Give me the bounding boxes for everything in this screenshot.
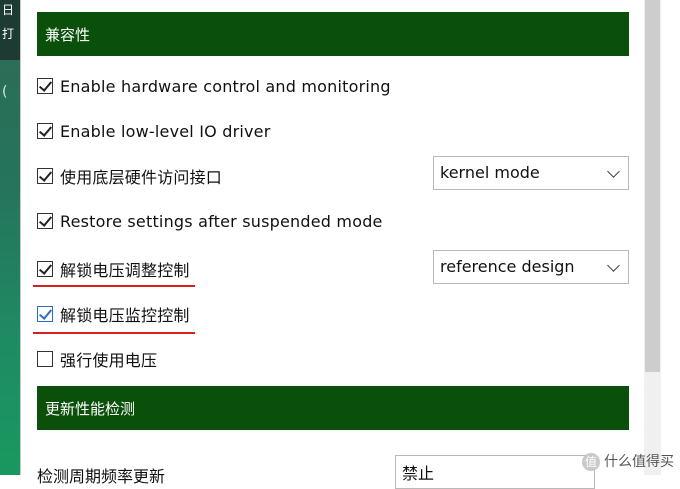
option-label: 解锁电压监控控制 [60,306,190,325]
desktop-text-fragment: 打 [2,27,15,41]
option-force-voltage[interactable]: 强行使用电压 [37,347,157,371]
performance-update-section-header: 更新性能检测 [37,386,629,430]
select-value: 禁止 [402,464,435,483]
voltage-design-select[interactable]: reference design [433,250,629,284]
checkbox[interactable] [37,351,53,367]
compatibility-section-header: 兼容性 [37,12,629,56]
scrollbar-thumb[interactable] [645,0,660,372]
checkbox[interactable] [37,261,53,277]
watermark: 值什么值得买 [582,451,674,471]
update-interval-select[interactable]: 禁止 [395,455,595,489]
io-mode-select[interactable]: kernel mode [433,156,629,190]
option-restore-settings[interactable]: Restore settings after suspended mode [37,209,383,233]
highlight-underline [33,332,195,334]
chevron-down-icon [607,165,620,178]
option-unlock-voltage-control[interactable]: 解锁电压调整控制 [37,257,190,281]
option-label: Enable low-level IO driver [60,121,271,141]
option-label: Restore settings after suspended mode [60,211,383,231]
desktop-background: 日 打 ( [0,0,20,475]
watermark-logo-icon: 值 [582,453,600,471]
checkbox[interactable] [37,78,53,94]
desktop-text-fragment: ( [2,84,8,100]
chevron-down-icon [607,259,620,272]
option-label: 强行使用电压 [60,351,158,370]
select-value: kernel mode [440,163,540,182]
update-interval-label: 检测周期频率更新 [37,467,166,486]
highlight-underline [33,285,195,287]
section-title: 更新性能检测 [45,400,136,418]
option-low-level-hardware-interface[interactable]: 使用底层硬件访问接口 [37,164,222,188]
checkbox[interactable] [37,306,53,322]
select-value: reference design [440,257,575,276]
option-label: 解锁电压调整控制 [60,261,190,280]
option-label: Enable hardware control and monitoring [60,76,391,96]
section-title: 兼容性 [45,26,91,44]
option-low-level-io[interactable]: Enable low-level IO driver [37,119,270,143]
checkbox[interactable] [37,123,53,139]
vertical-scrollbar[interactable] [644,0,661,475]
option-label: 使用底层硬件访问接口 [60,168,223,187]
checkbox[interactable] [37,168,53,184]
settings-window: 兼容性 Enable hardware control and monitori… [20,0,680,489]
desktop-text-fragment: 日 [2,3,15,17]
option-hardware-control[interactable]: Enable hardware control and monitoring [37,74,391,98]
checkbox[interactable] [37,213,53,229]
option-unlock-voltage-monitoring[interactable]: 解锁电压监控控制 [37,302,190,326]
watermark-text: 什么值得买 [604,454,674,470]
